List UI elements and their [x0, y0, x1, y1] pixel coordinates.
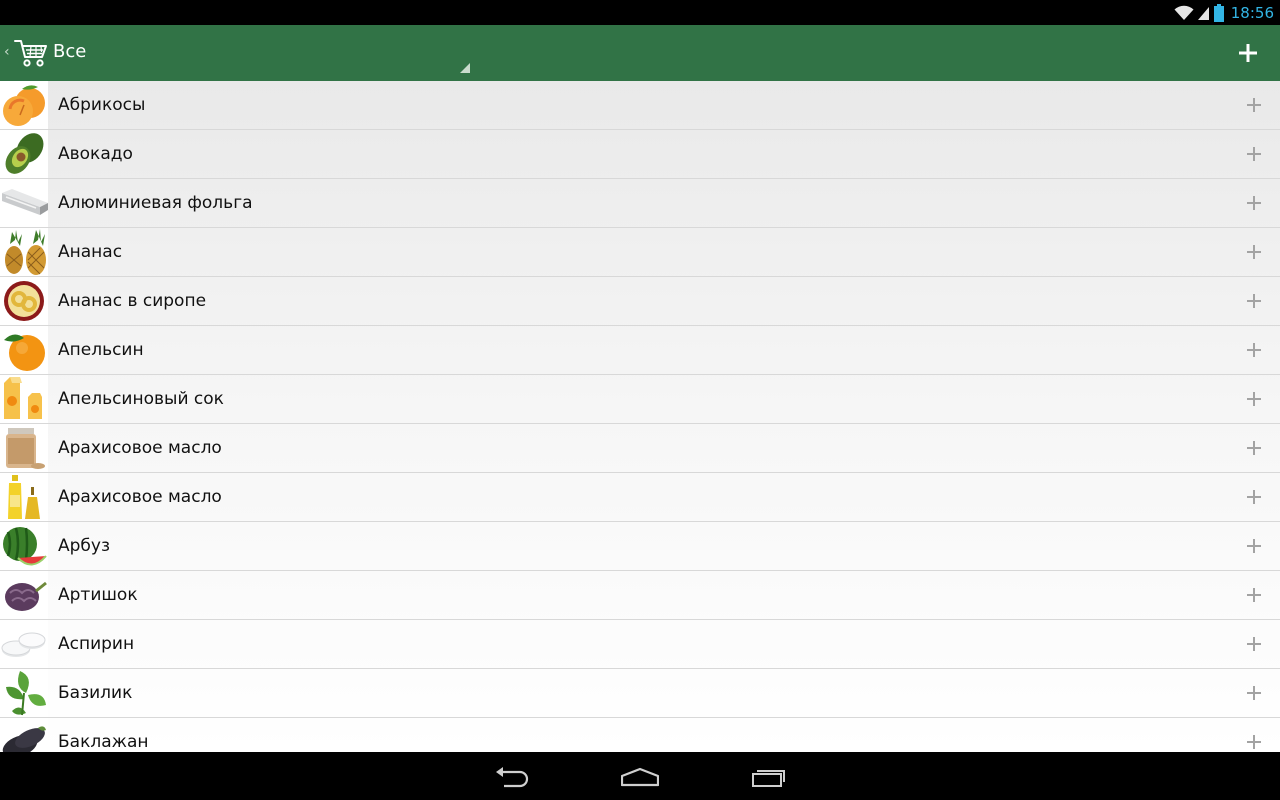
- signal-icon: [1197, 6, 1209, 20]
- list-item[interactable]: Базилик: [0, 669, 1280, 718]
- orange-icon: [0, 326, 48, 374]
- item-label: Ананас в сиропе: [58, 291, 207, 311]
- plus-icon: [1247, 637, 1261, 651]
- list-item[interactable]: Артишок: [0, 571, 1280, 620]
- back-icon: [496, 767, 529, 788]
- plus-icon: [1247, 245, 1261, 259]
- plus-icon: [1247, 735, 1261, 749]
- avocado-icon: [0, 130, 48, 178]
- plus-icon: [1247, 294, 1261, 308]
- item-add-button[interactable]: [1242, 240, 1266, 264]
- product-list[interactable]: Абрикосы Авокадо Алюминиевая фольга Анан…: [0, 81, 1280, 752]
- plus-icon: [1247, 490, 1261, 504]
- action-bar: ‹ Все: [0, 25, 1280, 81]
- item-add-button[interactable]: [1242, 681, 1266, 705]
- item-add-button[interactable]: [1242, 730, 1266, 752]
- list-item[interactable]: Баклажан: [0, 718, 1280, 752]
- home-icon: [621, 767, 659, 787]
- plus-icon: [1247, 539, 1261, 553]
- back-button[interactable]: [482, 760, 542, 794]
- status-icons: 18:56: [1174, 0, 1280, 25]
- item-add-button[interactable]: [1242, 387, 1266, 411]
- item-add-button[interactable]: [1242, 289, 1266, 313]
- item-label: Апельсин: [58, 340, 144, 360]
- item-add-button[interactable]: [1242, 534, 1266, 558]
- item-add-button[interactable]: [1242, 583, 1266, 607]
- cart-logo-icon: [14, 40, 47, 67]
- item-label: Баклажан: [58, 732, 149, 752]
- plus-icon: [1247, 147, 1261, 161]
- list-item[interactable]: Ананас: [0, 228, 1280, 277]
- watermelon-icon: [0, 522, 48, 570]
- list-item[interactable]: Апельсиновый сок: [0, 375, 1280, 424]
- list-item[interactable]: Арахисовое масло: [0, 473, 1280, 522]
- list-item[interactable]: Арахисовое масло: [0, 424, 1280, 473]
- list-item[interactable]: Алюминиевая фольга: [0, 179, 1280, 228]
- plus-icon: [1247, 588, 1261, 602]
- canned-pineapple-icon: [0, 277, 48, 325]
- item-label: Арахисовое масло: [58, 438, 222, 458]
- wifi-icon: [1174, 5, 1194, 20]
- item-label: Абрикосы: [58, 95, 146, 115]
- category-spinner[interactable]: ‹ Все: [0, 25, 476, 81]
- list-item[interactable]: Авокадо: [0, 130, 1280, 179]
- recent-apps-icon: [752, 770, 785, 787]
- item-add-button[interactable]: [1242, 632, 1266, 656]
- plus-icon: [1247, 196, 1261, 210]
- list-item[interactable]: Апельсин: [0, 326, 1280, 375]
- item-label: Артишок: [58, 585, 138, 605]
- plus-icon: [1247, 686, 1261, 700]
- item-add-button[interactable]: [1242, 191, 1266, 215]
- recent-apps-button[interactable]: [739, 760, 799, 794]
- list-item[interactable]: Ананас в сиропе: [0, 277, 1280, 326]
- item-label: Аспирин: [58, 634, 135, 654]
- list-item[interactable]: Аспирин: [0, 620, 1280, 669]
- apricot-icon: [0, 81, 48, 129]
- plus-icon: [1247, 392, 1261, 406]
- basil-icon: [0, 669, 48, 717]
- status-bar: 18:56: [0, 0, 1280, 25]
- item-label: Авокадо: [58, 144, 133, 164]
- item-label: Алюминиевая фольга: [58, 193, 253, 213]
- item-label: Арбуз: [58, 536, 111, 556]
- item-label: Арахисовое масло: [58, 487, 222, 507]
- home-button[interactable]: [610, 760, 670, 794]
- up-chevron-icon: ‹: [4, 44, 10, 60]
- peanut-oil-icon: [0, 473, 48, 521]
- artichoke-icon: [0, 571, 48, 619]
- item-add-button[interactable]: [1242, 93, 1266, 117]
- orange-juice-icon: [0, 375, 48, 423]
- item-add-button[interactable]: [1242, 338, 1266, 362]
- plus-icon: [1247, 441, 1261, 455]
- action-bar-title: Все: [53, 41, 87, 62]
- pineapple-icon: [0, 228, 48, 276]
- add-item-button[interactable]: [1228, 34, 1268, 72]
- list-item[interactable]: Абрикосы: [0, 81, 1280, 130]
- item-add-button[interactable]: [1242, 142, 1266, 166]
- eggplant-icon: [0, 718, 48, 752]
- item-add-button[interactable]: [1242, 485, 1266, 509]
- battery-icon: [1213, 3, 1224, 22]
- list-item[interactable]: Арбуз: [0, 522, 1280, 571]
- peanut-butter-icon: [0, 424, 48, 472]
- aspirin-icon: [0, 620, 48, 668]
- item-label: Апельсиновый сок: [58, 389, 224, 409]
- plus-icon: [1239, 44, 1257, 62]
- plus-icon: [1247, 98, 1261, 112]
- plus-icon: [1247, 343, 1261, 357]
- item-add-button[interactable]: [1242, 436, 1266, 460]
- navigation-bar: [0, 752, 1280, 800]
- spinner-triangle-icon: [460, 63, 470, 73]
- item-label: Базилик: [58, 683, 133, 703]
- foil-icon: [0, 179, 48, 227]
- status-time: 18:56: [1230, 3, 1274, 22]
- item-label: Ананас: [58, 242, 123, 262]
